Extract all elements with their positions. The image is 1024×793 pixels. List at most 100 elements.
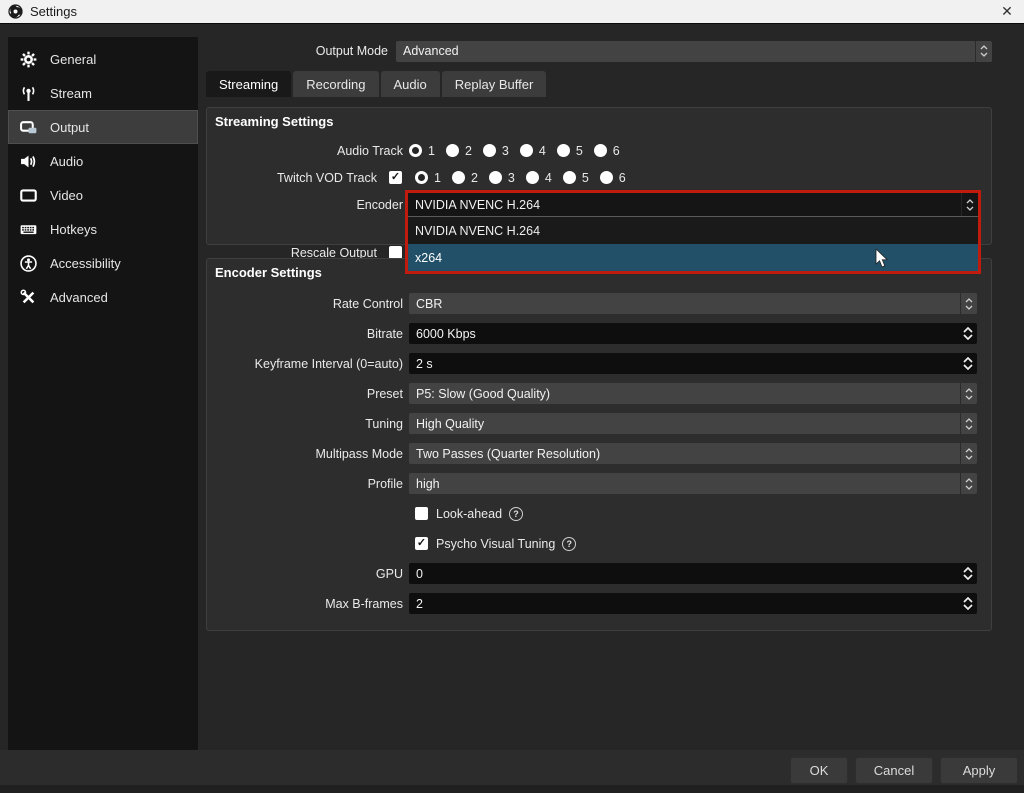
sidebar-item-accessibility[interactable]: Accessibility — [8, 246, 198, 280]
radio[interactable] — [452, 171, 465, 184]
dropdown-option-nvenc[interactable]: NVIDIA NVENC H.264 — [408, 217, 978, 244]
broadcast-icon — [20, 85, 37, 102]
audio-track-label: Audio Track — [207, 144, 403, 158]
tuning-row: Tuning High Quality — [207, 413, 991, 434]
combo-spinner-icon[interactable] — [960, 413, 977, 434]
max-b-frames-row: Max B-frames 2 — [207, 593, 991, 614]
ok-button[interactable]: OK — [790, 757, 848, 784]
combo-spinner-icon[interactable] — [960, 473, 977, 494]
radio[interactable] — [483, 144, 496, 157]
sidebar-item-hotkeys[interactable]: Hotkeys — [8, 212, 198, 246]
look-ahead-checkbox-unchecked[interactable] — [415, 507, 428, 520]
sidebar-item-label: Stream — [50, 86, 92, 101]
rate-control-value: CBR — [416, 297, 442, 311]
radio[interactable] — [563, 171, 576, 184]
help-icon[interactable]: ? — [509, 507, 523, 521]
profile-select[interactable]: high — [409, 473, 977, 494]
spinbox-arrows-icon[interactable] — [961, 323, 975, 344]
preset-select[interactable]: P5: Slow (Good Quality) — [409, 383, 977, 404]
radio-label: 2 — [471, 171, 478, 185]
radio-selected[interactable] — [415, 171, 428, 184]
spinbox-arrows-icon[interactable] — [961, 593, 975, 614]
radio-label: 3 — [502, 144, 509, 158]
radio[interactable] — [520, 144, 533, 157]
sidebar-item-video[interactable]: Video — [8, 178, 198, 212]
audio-track-row: Audio Track 1 2 3 4 5 6 — [207, 140, 991, 161]
max-b-frames-value: 2 — [416, 597, 423, 611]
close-button[interactable]: ✕ — [990, 0, 1024, 23]
radio-selected[interactable] — [409, 144, 422, 157]
encoder-select[interactable]: NVIDIA NVENC H.264 — [408, 193, 978, 216]
tab-recording[interactable]: Recording — [293, 71, 378, 97]
bitrate-value: 6000 Kbps — [416, 327, 476, 341]
radio[interactable] — [526, 171, 539, 184]
bitrate-input[interactable]: 6000 Kbps — [409, 323, 977, 344]
twitch-vod-checkbox-checked[interactable]: ✓ — [389, 171, 402, 184]
combo-spinner-icon[interactable] — [960, 383, 977, 404]
max-b-frames-input[interactable]: 2 — [409, 593, 977, 614]
preset-value: P5: Slow (Good Quality) — [416, 387, 550, 401]
apply-button[interactable]: Apply — [940, 757, 1018, 784]
psycho-visual-tuning-row: ✓ Psycho Visual Tuning ? — [207, 533, 991, 554]
radio-label: 5 — [576, 144, 583, 158]
radio-label: 5 — [582, 171, 589, 185]
look-ahead-row: Look-ahead ? — [207, 503, 991, 524]
tab-streaming[interactable]: Streaming — [206, 71, 291, 97]
spinbox-arrows-icon[interactable] — [961, 353, 975, 374]
output-icon — [20, 119, 37, 136]
psycho-visual-tuning-checkbox-checked[interactable]: ✓ — [415, 537, 428, 550]
radio[interactable] — [446, 144, 459, 157]
output-mode-value: Advanced — [403, 44, 459, 58]
tuning-select[interactable]: High Quality — [409, 413, 977, 434]
keyframe-interval-row: Keyframe Interval (0=auto) 2 s — [207, 353, 991, 374]
sidebar-item-general[interactable]: General — [8, 42, 198, 76]
output-mode-select[interactable]: Advanced — [396, 41, 992, 62]
combo-spinner-icon[interactable] — [961, 193, 978, 216]
sidebar-item-advanced[interactable]: Advanced — [8, 280, 198, 314]
combo-spinner-icon[interactable] — [975, 41, 992, 62]
psycho-visual-tuning-label: Psycho Visual Tuning — [436, 537, 555, 551]
gear-icon — [20, 51, 37, 68]
titlebar: Settings ✕ — [0, 0, 1024, 24]
radio-label: 2 — [465, 144, 472, 158]
encoder-value: NVIDIA NVENC H.264 — [415, 198, 540, 212]
tab-audio[interactable]: Audio — [381, 71, 440, 97]
gpu-input[interactable]: 0 — [409, 563, 977, 584]
radio[interactable] — [600, 171, 613, 184]
sidebar-item-output[interactable]: Output — [8, 110, 198, 144]
monitor-icon — [20, 187, 37, 204]
rate-control-select[interactable]: CBR — [409, 293, 977, 314]
bitrate-label: Bitrate — [207, 327, 403, 341]
radio[interactable] — [489, 171, 502, 184]
streaming-settings-group: Streaming Settings Audio Track 1 2 3 4 5… — [206, 107, 992, 245]
multipass-mode-select[interactable]: Two Passes (Quarter Resolution) — [409, 443, 977, 464]
tools-icon — [20, 289, 37, 306]
tab-replay-buffer[interactable]: Replay Buffer — [442, 71, 547, 97]
combo-spinner-icon[interactable] — [960, 443, 977, 464]
sidebar-item-stream[interactable]: Stream — [8, 76, 198, 110]
keyframe-interval-input[interactable]: 2 s — [409, 353, 977, 374]
keyboard-icon — [20, 221, 37, 238]
radio-label: 4 — [539, 144, 546, 158]
combo-spinner-icon[interactable] — [960, 293, 977, 314]
dropdown-option-x264[interactable]: x264 — [408, 244, 978, 271]
profile-value: high — [416, 477, 440, 491]
rate-control-row: Rate Control CBR — [207, 293, 991, 314]
cancel-button[interactable]: Cancel — [855, 757, 933, 784]
radio-label: 6 — [619, 171, 626, 185]
accessibility-icon — [20, 255, 37, 272]
profile-label: Profile — [207, 477, 403, 491]
profile-row: Profile high — [207, 473, 991, 494]
encoder-dropdown-list: NVIDIA NVENC H.264 x264 — [408, 216, 978, 271]
sidebar-item-audio[interactable]: Audio — [8, 144, 198, 178]
multipass-mode-value: Two Passes (Quarter Resolution) — [416, 447, 600, 461]
encoder-dropdown-alert-box: NVIDIA NVENC H.264 NVIDIA NVENC H.264 x2… — [405, 190, 981, 274]
help-icon[interactable]: ? — [562, 537, 576, 551]
radio[interactable] — [557, 144, 570, 157]
window-title: Settings — [30, 4, 77, 19]
radio[interactable] — [594, 144, 607, 157]
preset-label: Preset — [207, 387, 403, 401]
keyframe-interval-label: Keyframe Interval (0=auto) — [207, 357, 403, 371]
spinbox-arrows-icon[interactable] — [961, 563, 975, 584]
encoder-row: Encoder NVIDIA NVENC H.264 NVIDIA NVENC … — [207, 194, 991, 215]
